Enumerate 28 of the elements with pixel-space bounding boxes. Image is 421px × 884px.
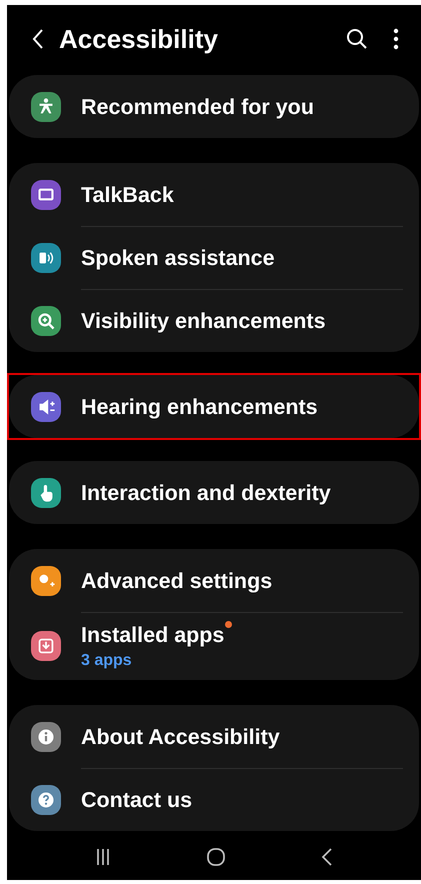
- item-label: Spoken assistance: [81, 246, 275, 271]
- settings-item[interactable]: Contact us: [9, 768, 403, 832]
- settings-item[interactable]: TalkBack: [9, 163, 403, 226]
- settings-item[interactable]: Spoken assistance: [9, 226, 403, 290]
- settings-item[interactable]: Interaction and dexterity: [9, 461, 403, 524]
- recent-apps-button[interactable]: [94, 848, 111, 866]
- settings-item[interactable]: Recommended for you: [9, 75, 403, 138]
- settings-item[interactable]: Advanced settings: [9, 549, 403, 612]
- item-label: Advanced settings: [81, 568, 272, 594]
- settings-item[interactable]: Visibility enhancements: [9, 289, 403, 352]
- item-label: Installed apps: [81, 623, 224, 648]
- settings-item[interactable]: Installed apps 3 apps: [9, 612, 403, 680]
- back-button[interactable]: [31, 27, 45, 52]
- page-title: Accessibility: [59, 24, 219, 55]
- item-label: Contact us: [81, 788, 192, 813]
- item-subtitle: 3 apps: [81, 652, 133, 670]
- item-label: About Accessibility: [81, 724, 280, 750]
- back-nav-button[interactable]: [321, 846, 334, 867]
- item-label: TalkBack: [81, 182, 174, 208]
- item-label: Interaction and dexterity: [81, 480, 331, 506]
- settings-item[interactable]: Hearing enhancements: [9, 375, 403, 438]
- search-button[interactable]: [345, 27, 369, 52]
- item-label: Hearing enhancements: [81, 394, 318, 420]
- home-button[interactable]: [206, 846, 226, 867]
- settings-item[interactable]: About Accessibility: [9, 705, 403, 768]
- more-options-button[interactable]: [393, 28, 399, 50]
- item-label: Visibility enhancements: [81, 308, 326, 334]
- item-label: Recommended for you: [81, 94, 314, 120]
